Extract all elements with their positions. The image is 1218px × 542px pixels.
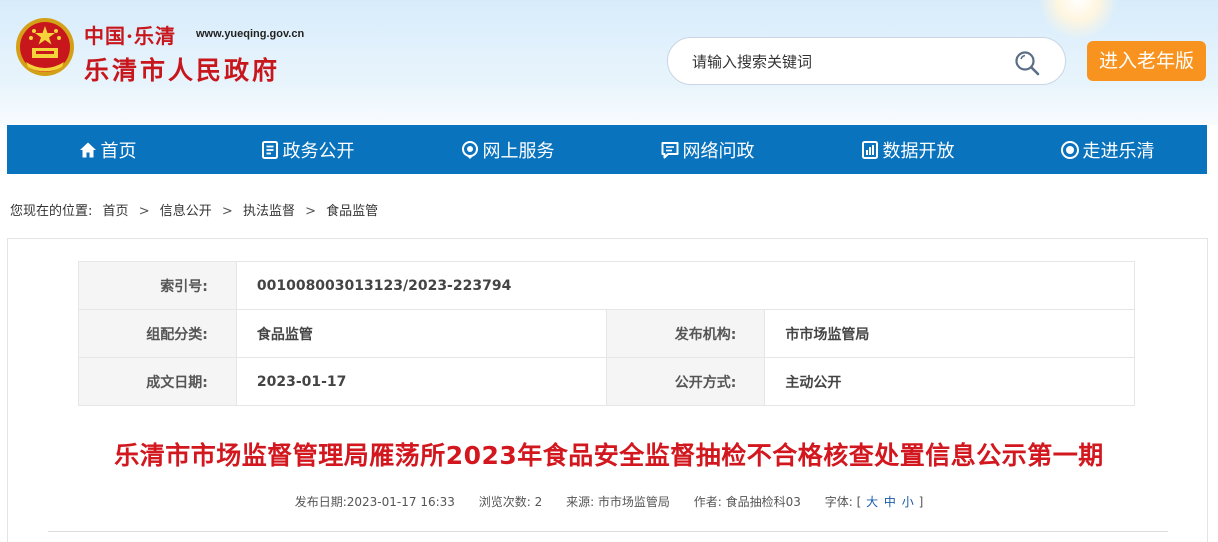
breadcrumb: 您现在的位置: 首页 > 信息公开 > 执法监督 > 食品监管 <box>10 200 384 219</box>
font-size-selector: 字体: [ 大 中 小 ] <box>824 495 924 509</box>
site-name-main: 乐清市人民政府 <box>84 56 281 85</box>
article-title: 乐清市市场监督管理局雁荡所2023年食品安全监督抽检不合格核查处置信息公示第一期 <box>114 441 1104 470</box>
nav-label: 首页 <box>100 140 137 162</box>
search-icon[interactable] <box>1013 49 1041 77</box>
font-size-small-link[interactable]: 小 <box>902 495 914 509</box>
nav-label: 政务公开 <box>282 140 355 162</box>
eye-icon <box>1060 140 1079 159</box>
article-source: 来源: 市市场监管局 <box>566 495 670 509</box>
table-row: 成文日期: 2023-01-17 公开方式: 主动公开 <box>78 357 1135 406</box>
font-size-large-link[interactable]: 大 <box>866 495 878 509</box>
index-value: 001008003013123/2023-223794 <box>235 261 1136 310</box>
view-count: 浏览次数: 2 <box>478 495 543 509</box>
search-input[interactable] <box>692 50 992 74</box>
nav-item-about-yueqing[interactable]: 走进乐清 <box>1007 125 1207 174</box>
divider <box>48 531 1168 532</box>
breadcrumb-separator: > <box>221 204 233 219</box>
home-icon <box>79 142 96 157</box>
font-size-label: 字体: <box>824 495 853 509</box>
table-row: 组配分类: 食品监管 发布机构: 市市场监管局 <box>78 309 1135 358</box>
site-url: www.yueqing.gov.cn <box>196 28 305 40</box>
search-box <box>667 37 1066 85</box>
nav-label: 网上服务 <box>482 140 555 162</box>
breadcrumb-separator: > <box>138 204 150 219</box>
nav-item-online-inquiry[interactable]: 网络问政 <box>607 125 807 174</box>
site-header: 中国·乐清 www.yueqing.gov.cn 乐清市人民政府 进入老年版 <box>0 0 1218 125</box>
date-value: 2023-01-17 <box>235 357 607 406</box>
data-icon <box>861 140 878 159</box>
nav-item-online-service[interactable]: 网上服务 <box>407 125 607 174</box>
table-row: 索引号: 001008003013123/2023-223794 <box>78 261 1136 310</box>
main-nav: 首页 政务公开 网上服务 网络问政 数据开放 走进乐清 <box>7 125 1207 174</box>
site-name-top: 中国·乐清 <box>84 24 176 48</box>
nav-item-gov-affairs[interactable]: 政务公开 <box>207 125 407 174</box>
open-method-value: 主动公开 <box>764 357 1135 406</box>
breadcrumb-item-info-open[interactable]: 信息公开 <box>160 204 212 219</box>
nav-label: 走进乐清 <box>1082 140 1155 162</box>
document-icon <box>261 140 278 159</box>
breadcrumb-item-home[interactable]: 首页 <box>103 204 129 219</box>
open-method-label: 公开方式: <box>605 357 766 406</box>
publisher-value: 市市场监管局 <box>764 309 1135 358</box>
publisher-label: 发布机构: <box>605 309 766 358</box>
header-background <box>0 85 1218 125</box>
nav-label: 数据开放 <box>882 140 955 162</box>
national-emblem-icon <box>16 18 74 76</box>
sun-decoration <box>1038 0 1118 40</box>
breadcrumb-item-law-enforcement[interactable]: 执法监督 <box>243 204 295 219</box>
category-value: 食品监管 <box>235 309 607 358</box>
message-icon <box>661 141 678 158</box>
index-label: 索引号: <box>78 261 237 310</box>
breadcrumb-item-food-supervision[interactable]: 食品监管 <box>326 204 378 219</box>
nav-item-open-data[interactable]: 数据开放 <box>807 125 1007 174</box>
metadata-table: 索引号: 001008003013123/2023-223794 组配分类: 食… <box>78 261 1136 406</box>
article-author: 作者: 食品抽检科03 <box>693 495 801 509</box>
date-label: 成文日期: <box>78 357 237 406</box>
breadcrumb-separator: > <box>305 204 316 219</box>
publish-date: 发布日期:2023-01-17 16:33 <box>294 495 455 509</box>
breadcrumb-prefix: 您现在的位置: <box>10 204 93 219</box>
article-info: 发布日期:2023-01-17 16:33 浏览次数: 2 来源: 市市场监管局… <box>0 493 1218 510</box>
nav-label: 网络问政 <box>682 140 755 162</box>
font-size-medium-link[interactable]: 中 <box>884 495 896 509</box>
elder-version-button[interactable]: 进入老年版 <box>1087 41 1206 81</box>
category-label: 组配分类: <box>78 309 237 358</box>
nav-item-home[interactable]: 首页 <box>7 125 207 174</box>
location-icon <box>461 140 478 159</box>
